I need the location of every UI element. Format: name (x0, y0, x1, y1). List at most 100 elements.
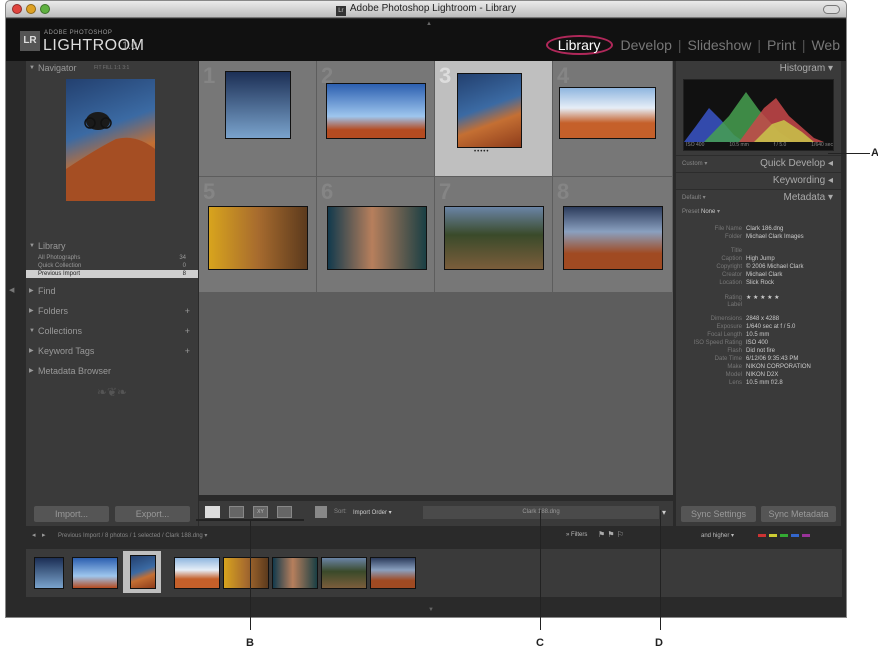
photo-thumbnail[interactable] (457, 73, 522, 148)
navigator-zoom-options[interactable]: FIT FILL 1:1 3:1 (94, 61, 129, 76)
metadata-value[interactable]: NIKON D2X (746, 372, 778, 378)
metadata-value[interactable]: Slick Rock (746, 280, 774, 286)
grid-cell[interactable]: 6 (317, 177, 435, 293)
metadata-row[interactable]: Lens 10.5 mm f/2.8 (676, 380, 841, 388)
photo-thumbnail[interactable] (208, 206, 308, 270)
module-slideshow[interactable]: Slideshow (682, 37, 758, 53)
metadata-row[interactable]: Title (676, 248, 841, 256)
metadata-value[interactable]: 10.5 mm (746, 332, 769, 338)
rating-filter-dropdown[interactable]: and higher ▾ (701, 532, 734, 539)
sync-settings-button[interactable]: Sync Settings (681, 506, 756, 522)
library-row-selected[interactable]: Previous Import 8 (26, 270, 198, 278)
metadata-value[interactable]: 10.5 mm f/2.8 (746, 380, 783, 386)
back-arrow-icon[interactable]: ◂ (32, 531, 36, 539)
photo-thumbnail[interactable] (225, 71, 291, 139)
plus-icon[interactable]: + (185, 344, 190, 359)
metadata-row[interactable]: Location Slick Rock (676, 280, 841, 288)
navigator-header[interactable]: ▼ Navigator FIT FILL 1:1 3:1 (26, 61, 198, 76)
grid-cell[interactable]: 1 (199, 61, 317, 177)
sort-dropdown[interactable]: Import Order ▾ (353, 509, 392, 516)
metadata-row[interactable]: Dimensions 2848 x 4288 (676, 316, 841, 324)
filmstrip-thumbnail[interactable] (272, 557, 318, 589)
metadata-value[interactable]: ★ ★ ★ ★ ★ (746, 295, 780, 301)
module-print[interactable]: Print (761, 37, 802, 53)
color-label-filters[interactable] (758, 534, 810, 537)
photo-thumbnail[interactable] (444, 206, 544, 270)
custom-preset-dropdown[interactable]: Custom ▾ (682, 156, 707, 172)
metadata-row[interactable]: ISO Speed Rating ISO 400 (676, 340, 841, 348)
grid-cell-selected[interactable]: 3 ••••• (435, 61, 553, 177)
metadata-value[interactable]: Michael Clark (746, 272, 782, 278)
top-panel-collapse-icon[interactable]: ▲ (426, 21, 432, 27)
quick-develop-header[interactable]: Custom ▾ Quick Develop ◂ (676, 155, 841, 172)
preset-row[interactable]: Preset None ▾ (676, 206, 841, 220)
green-label-icon[interactable] (780, 534, 788, 537)
flag-filter-icons[interactable]: ⚑ ⚑ ⚐ (598, 530, 624, 539)
metadata-row[interactable]: Creator Michael Clark (676, 272, 841, 280)
filmstrip-path[interactable]: Previous Import / 8 photos / 1 selected … (58, 532, 207, 539)
library-header[interactable]: ▼ Library (26, 239, 198, 254)
metadata-row[interactable]: Label (676, 302, 841, 310)
star-rating-dots[interactable]: ••••• (474, 149, 490, 155)
forward-arrow-icon[interactable]: ▸ (42, 531, 46, 539)
metadata-value[interactable]: 1/640 sec at f / 5.0 (746, 324, 795, 330)
loupe-view-icon[interactable] (229, 506, 244, 518)
find-header[interactable]: ▶ Find (26, 284, 198, 299)
survey-view-icon[interactable] (277, 506, 292, 518)
keywording-header[interactable]: Keywording ◂ (676, 172, 841, 189)
photo-thumbnail[interactable] (327, 206, 427, 270)
filmstrip-thumbnail[interactable] (223, 557, 269, 589)
grid-view-icon[interactable] (205, 506, 220, 518)
purple-label-icon[interactable] (802, 534, 810, 537)
blue-label-icon[interactable] (791, 534, 799, 537)
red-label-icon[interactable] (758, 534, 766, 537)
left-panel-collapse-icon[interactable]: ◀ (9, 286, 14, 294)
histogram-header[interactable]: Histogram ▾ (676, 61, 841, 77)
photo-thumbnail[interactable] (563, 206, 663, 270)
metadata-row[interactable]: Exposure 1/640 sec at f / 5.0 (676, 324, 841, 332)
filmstrip-thumbnail[interactable] (321, 557, 367, 589)
plus-icon[interactable]: + (185, 304, 190, 319)
grid-cell[interactable]: 8 (553, 177, 673, 293)
grid-cell[interactable]: 4 (553, 61, 673, 177)
plus-icon[interactable]: + (185, 324, 190, 339)
photo-thumbnail[interactable] (559, 87, 656, 139)
grid-cell[interactable]: 2 (317, 61, 435, 177)
navigator-preview[interactable] (66, 79, 155, 201)
filmstrip-thumbnail[interactable] (34, 557, 64, 589)
bottom-panel-collapse-icon[interactable]: ▼ (428, 607, 434, 613)
library-row[interactable]: All Photographs 34 (26, 254, 198, 262)
grid-cell[interactable]: 7 (435, 177, 553, 293)
metadata-value[interactable]: ISO 400 (746, 340, 768, 346)
photo-thumbnail[interactable] (326, 83, 426, 139)
metadata-value[interactable]: Clark 186.dng (746, 226, 783, 232)
metadata-value[interactable]: Michael Clark Images (746, 234, 804, 240)
keyword-tags-header[interactable]: ▶ Keyword Tags + (26, 344, 198, 359)
filmstrip-thumbnail-selected[interactable] (123, 551, 161, 593)
sync-metadata-button[interactable]: Sync Metadata (761, 506, 836, 522)
metadata-row[interactable]: Copyright © 2006 Michael Clark (676, 264, 841, 272)
metadata-row[interactable]: Folder Michael Clark Images (676, 234, 841, 242)
metadata-value[interactable]: High Jump (746, 256, 775, 262)
toolbar-options-icon[interactable]: ▾ (662, 508, 666, 517)
metadata-browser-header[interactable]: ▶ Metadata Browser (26, 364, 198, 379)
filmstrip-thumbnail[interactable] (72, 557, 118, 589)
metadata-row[interactable]: File Name Clark 186.dng (676, 226, 841, 234)
filmstrip-thumbnail[interactable] (174, 557, 220, 589)
metadata-row[interactable]: Caption High Jump (676, 256, 841, 264)
default-view-dropdown[interactable]: Default ▾ (682, 190, 706, 206)
metadata-row[interactable]: Model NIKON D2X (676, 372, 841, 380)
metadata-row[interactable]: Rating ★ ★ ★ ★ ★ (676, 294, 841, 302)
metadata-header[interactable]: Default ▾ Metadata ▾ (676, 189, 841, 206)
import-button[interactable]: Import... (34, 506, 109, 522)
grid-cell[interactable]: 5 (199, 177, 317, 293)
library-row[interactable]: Quick Collection 0 (26, 262, 198, 270)
module-develop[interactable]: Develop (615, 37, 678, 53)
metadata-value[interactable]: NIKON CORPORATION (746, 364, 811, 370)
metadata-value[interactable]: Did not fire (746, 348, 775, 354)
metadata-value[interactable]: © 2006 Michael Clark (746, 264, 803, 270)
metadata-row[interactable]: Flash Did not fire (676, 348, 841, 356)
collections-header[interactable]: ▼ Collections + (26, 324, 198, 339)
metadata-row[interactable]: Date Time 6/12/06 9:35:43 PM (676, 356, 841, 364)
metadata-row[interactable]: Make NIKON CORPORATION (676, 364, 841, 372)
